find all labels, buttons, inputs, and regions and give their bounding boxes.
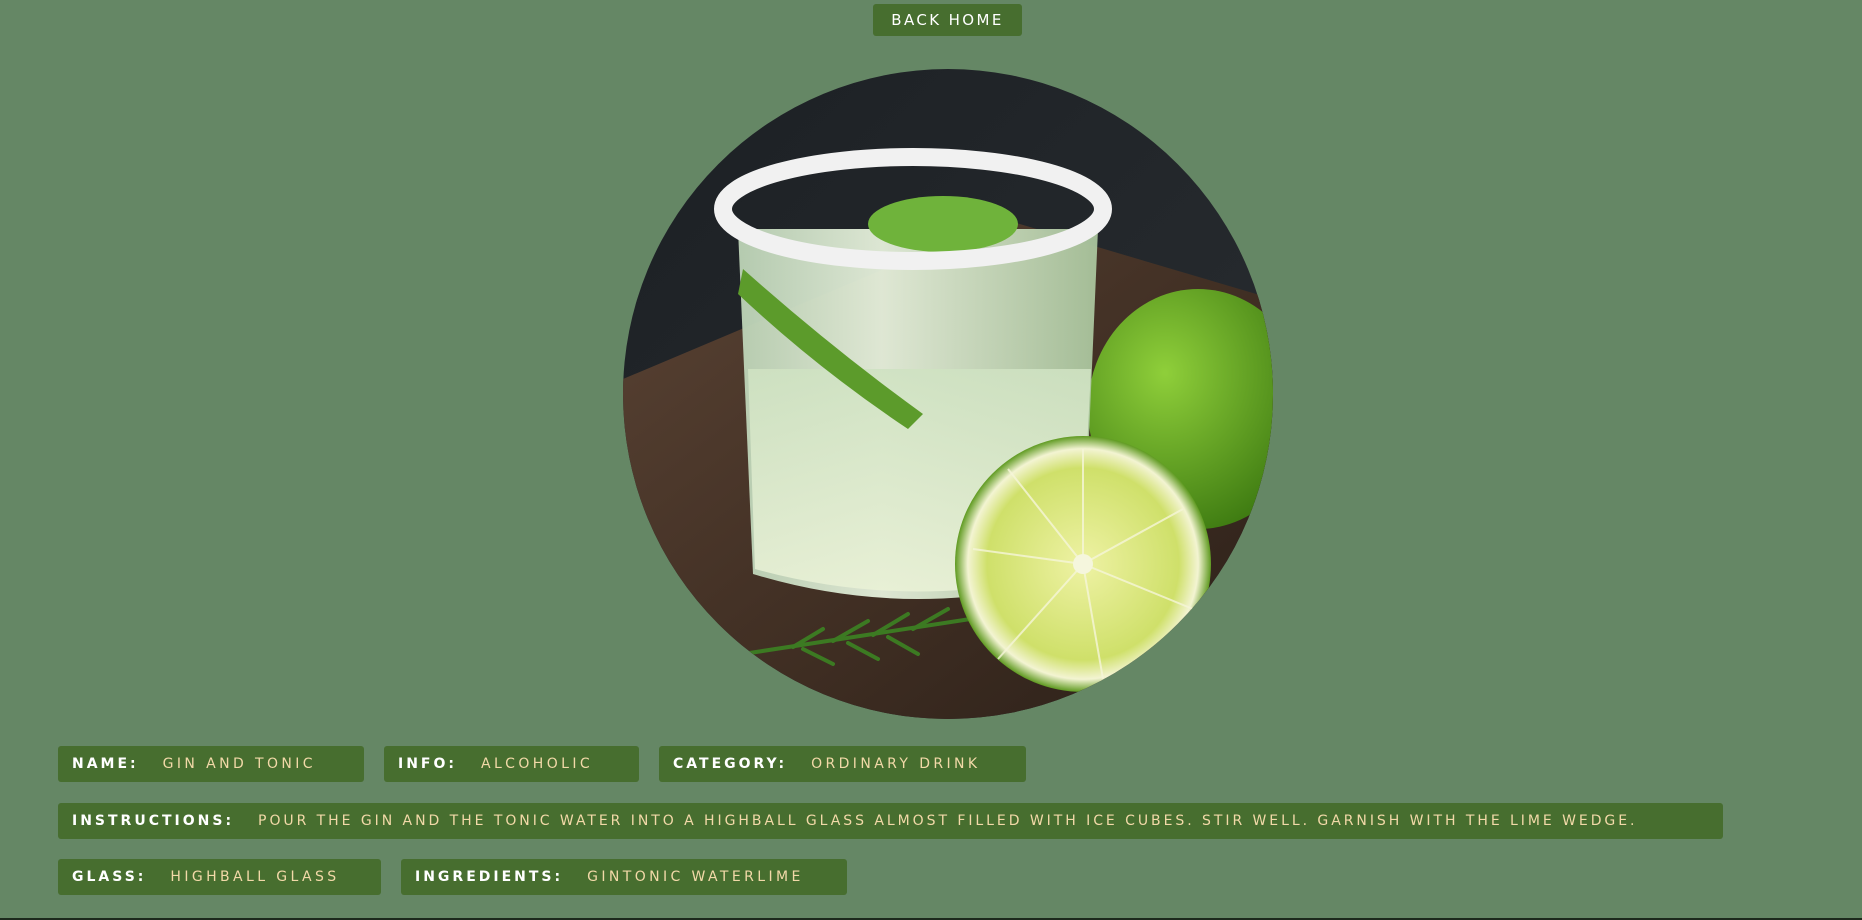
glass-value: Highball glass [170,869,340,885]
ingredients-value: GinTonic waterLime [587,869,804,885]
category-label: Category: [673,756,788,772]
name-field: Name: Gin And Tonic [58,746,364,782]
ingredients-label: Ingredients: [415,869,564,885]
ingredients-field: Ingredients: GinTonic waterLime [401,859,847,895]
glass-field: Glass: Highball glass [58,859,381,895]
name-label: Name: [72,756,139,772]
info-field: Info: Alcoholic [384,746,639,782]
info-value: Alcoholic [481,756,594,772]
instructions-value: Pour the gin and the tonic water into a … [258,813,1638,829]
category-value: Ordinary Drink [811,756,981,772]
drink-photo [623,69,1273,719]
info-label: Info: [398,756,457,772]
back-home-button[interactable]: Back Home [873,4,1022,36]
instructions-field: Instructions: Pour the gin and the tonic… [58,803,1723,839]
glass-label: Glass: [72,869,147,885]
category-field: Category: Ordinary Drink [659,746,1026,782]
name-value: Gin And Tonic [162,756,316,772]
instructions-label: Instructions: [72,813,235,829]
cocktail-photo-icon [623,69,1273,719]
drink-detail-page: Back Home [0,0,1862,920]
